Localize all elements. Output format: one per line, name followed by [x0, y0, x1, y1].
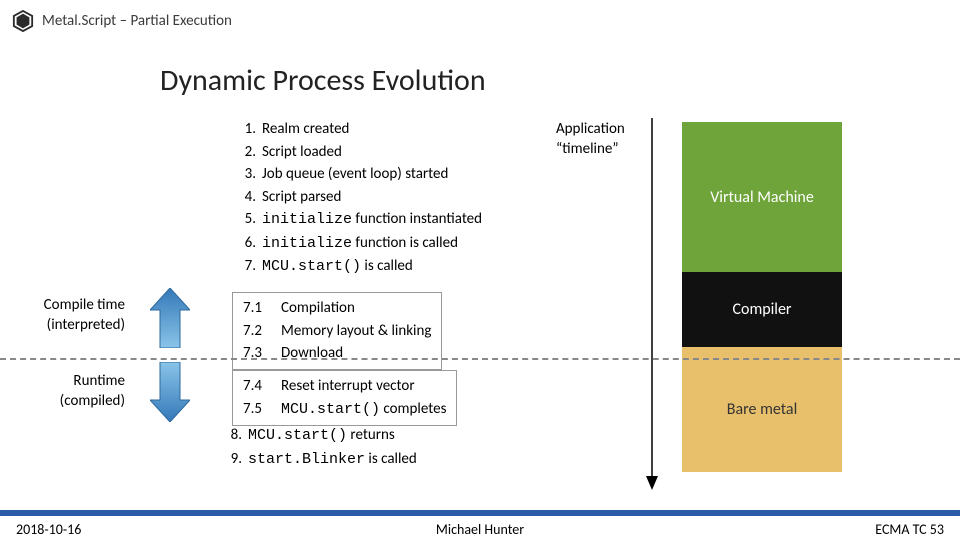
- list-item: 7.MCU.start() is called: [232, 255, 482, 279]
- arrow-up-icon: [150, 288, 190, 348]
- list-item: 7.4Reset interrupt vector: [243, 375, 446, 398]
- divider-dashed: [0, 358, 960, 360]
- list-item: 7.1Compilation: [243, 297, 431, 320]
- step-text: Reset interrupt vector: [281, 375, 415, 398]
- runtime-substeps-box: 7.4Reset interrupt vector7.5MCU.start() …: [232, 370, 457, 426]
- step-number: 7.2: [243, 320, 277, 343]
- list-item: 3. Job queue (event loop) started: [232, 163, 482, 186]
- step-number: 4.: [232, 186, 256, 209]
- arrow-down-icon: [150, 362, 190, 422]
- slide-header: Metal.Script – Partial Execution: [12, 10, 232, 32]
- list-item: 4. Script parsed: [232, 186, 482, 209]
- code-literal: start.Blinker: [248, 451, 365, 468]
- application-timeline-line1: Application: [556, 120, 625, 140]
- list-item: 9.start.Blinker is called: [218, 448, 417, 472]
- code-literal: MCU.start(): [281, 401, 380, 418]
- after-steps: 8.MCU.start() returns9.start.Blinker is …: [218, 424, 417, 471]
- step-number: 8.: [218, 424, 242, 448]
- compile-time-label-line1: Compile time: [20, 296, 125, 316]
- step-text: Memory layout & linking: [281, 320, 431, 343]
- list-item: 7.3Download: [243, 342, 431, 365]
- step-text: initialize function is called: [262, 232, 458, 256]
- step-number: 9.: [218, 448, 242, 472]
- step-text: Script parsed: [262, 186, 341, 209]
- step-number: 7.5: [243, 398, 277, 422]
- step-text: initialize function instantiated: [262, 208, 482, 232]
- code-literal: initialize: [262, 211, 352, 228]
- runtime-label: Runtime (compiled): [20, 372, 125, 411]
- runtime-label-line1: Runtime: [20, 372, 125, 392]
- list-item: 7.5MCU.start() completes: [243, 398, 446, 422]
- footer-org: ECMA TC 53: [875, 521, 944, 538]
- list-item: 8.MCU.start() returns: [218, 424, 417, 448]
- code-literal: initialize: [262, 235, 352, 252]
- timeline-arrow-icon: [646, 118, 658, 490]
- footer-author: Michael Hunter: [0, 521, 960, 538]
- code-literal: MCU.start(): [262, 258, 361, 275]
- compile-time-label-line2: (interpreted): [20, 316, 125, 336]
- step-number: 7.: [232, 255, 256, 279]
- list-item: 2. Script loaded: [232, 141, 482, 164]
- steps-list: 1. Realm created 2. Script loaded 3. Job queu…: [232, 118, 482, 279]
- footer-bar: [0, 510, 960, 516]
- stack-compiler: Compiler: [682, 272, 842, 347]
- step-text: MCU.start() completes: [281, 398, 446, 422]
- compile-time-label: Compile time (interpreted): [20, 296, 125, 335]
- step-number: 7.1: [243, 297, 277, 320]
- hexagon-logo-icon: [12, 10, 34, 32]
- step-text: MCU.start() is called: [262, 255, 413, 279]
- runtime-label-line2: (compiled): [20, 392, 125, 412]
- step-text: Script loaded: [262, 141, 342, 164]
- step-text: MCU.start() returns: [248, 424, 395, 448]
- step-number: 3.: [232, 163, 256, 186]
- code-literal: MCU.start(): [248, 427, 347, 444]
- slide-title: Dynamic Process Evolution: [160, 62, 486, 99]
- step-number: 7.3: [243, 342, 277, 365]
- step-text: Compilation: [281, 297, 355, 320]
- step-number: 6.: [232, 232, 256, 256]
- step-number: 2.: [232, 141, 256, 164]
- application-timeline-label: Application “timeline”: [556, 120, 625, 159]
- stack-vm: Virtual Machine: [682, 122, 842, 272]
- list-item: 6.initialize function is called: [232, 232, 482, 256]
- step-number: 7.4: [243, 375, 277, 398]
- list-item: 1. Realm created: [232, 118, 482, 141]
- list-item: 7.2Memory layout & linking: [243, 320, 431, 343]
- application-timeline-line2: “timeline”: [556, 140, 625, 160]
- architecture-stack: Virtual Machine Compiler Bare metal: [682, 122, 842, 472]
- step-text: Job queue (event loop) started: [262, 163, 448, 186]
- stack-bare-metal: Bare metal: [682, 347, 842, 472]
- list-item: 5.initialize function instantiated: [232, 208, 482, 232]
- step-number: 1.: [232, 118, 256, 141]
- step-text: Realm created: [262, 118, 349, 141]
- header-title: Metal.Script – Partial Execution: [42, 12, 232, 30]
- step-text: Download: [281, 342, 343, 365]
- step-text: start.Blinker is called: [248, 448, 417, 472]
- step-number: 5.: [232, 208, 256, 232]
